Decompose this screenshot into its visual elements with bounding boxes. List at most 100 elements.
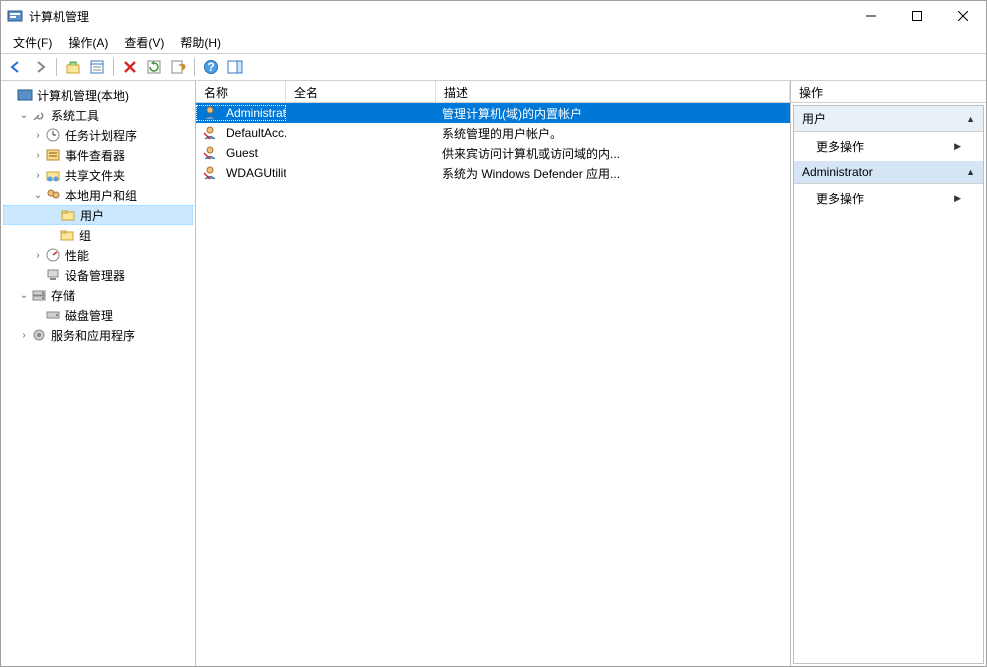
list-body[interactable]: Administrat... 管理计算机(域)的内置帐户 DefaultAcc.… [196, 103, 790, 666]
list-header: 名称 全名 描述 [196, 81, 790, 103]
tree-label: 事件查看器 [65, 147, 125, 164]
menu-file[interactable]: 文件(F) [5, 32, 60, 53]
chevron-right-icon[interactable]: › [31, 150, 45, 161]
nav-back-button[interactable] [5, 56, 27, 78]
tree-performance[interactable]: › 性能 [3, 245, 193, 265]
services-icon [31, 327, 47, 343]
action-more-users[interactable]: 更多操作 ▶ [794, 132, 983, 161]
tree-disk-management[interactable]: 磁盘管理 [3, 305, 193, 325]
tree-shared-folders[interactable]: › 共享文件夹 [3, 165, 193, 185]
computer-management-icon [17, 87, 33, 103]
action-more-administrator[interactable]: 更多操作 ▶ [794, 184, 983, 213]
list-row[interactable]: WDAGUtilit... 系统为 Windows Defender 应用... [196, 163, 790, 183]
chevron-down-icon[interactable]: ⌄ [17, 290, 31, 301]
up-level-button[interactable] [62, 56, 84, 78]
tree-users[interactable]: 用户 [3, 205, 193, 225]
delete-button[interactable] [119, 56, 141, 78]
tree-label: 用户 [80, 207, 104, 224]
tree-device-manager[interactable]: 设备管理器 [3, 265, 193, 285]
chevron-right-icon: ▶ [954, 193, 961, 204]
nav-forward-button[interactable] [29, 56, 51, 78]
menubar: 文件(F) 操作(A) 查看(V) 帮助(H) [1, 31, 986, 53]
tree-label: 系统工具 [51, 107, 99, 124]
help-button[interactable]: ? [200, 56, 222, 78]
toolbar-separator [113, 58, 114, 76]
tree-label: 任务计划程序 [65, 127, 137, 144]
user-description: 供来宾访问计算机或访问域的内... [436, 145, 790, 162]
folder-icon [59, 227, 75, 243]
list-row[interactable]: DefaultAcc... 系统管理的用户帐户。 [196, 123, 790, 143]
maximize-button[interactable] [894, 1, 940, 31]
refresh-button[interactable] [143, 56, 165, 78]
chevron-up-icon: ▲ [966, 114, 975, 124]
list-row[interactable]: Guest 供来宾访问计算机或访问域的内... [196, 143, 790, 163]
chevron-up-icon: ▲ [966, 167, 975, 177]
action-link-label: 更多操作 [816, 190, 864, 207]
tree-panel[interactable]: 计算机管理(本地) ⌄ 系统工具 › 任务计划程序 › 事件查看器 › 共享文件… [1, 81, 196, 666]
user-name: Administrat... [226, 106, 286, 120]
storage-icon [31, 287, 47, 303]
performance-icon [45, 247, 61, 263]
chevron-right-icon[interactable]: › [31, 250, 45, 261]
action-section-users[interactable]: 用户 ▲ [794, 106, 983, 132]
action-section-label: Administrator [802, 165, 873, 179]
actions-panel: 操作 用户 ▲ 更多操作 ▶ Administrator ▲ 更多操作 ▶ [791, 81, 986, 666]
disk-icon [45, 307, 61, 323]
device-manager-icon [45, 267, 61, 283]
chevron-right-icon[interactable]: › [17, 330, 31, 341]
user-description: 系统管理的用户帐户。 [436, 125, 790, 142]
toolbar-separator [194, 58, 195, 76]
close-button[interactable] [940, 1, 986, 31]
action-section-label: 用户 [802, 110, 826, 127]
column-header-fullname[interactable]: 全名 [286, 81, 436, 102]
tree-services-apps[interactable]: › 服务和应用程序 [3, 325, 193, 345]
action-section-administrator[interactable]: Administrator ▲ [794, 161, 983, 184]
chevron-down-icon[interactable]: ⌄ [31, 190, 45, 201]
event-viewer-icon [45, 147, 61, 163]
tree-label: 设备管理器 [65, 267, 125, 284]
toolbar: ? [1, 53, 986, 81]
tree-root[interactable]: 计算机管理(本地) [3, 85, 193, 105]
tree-storage[interactable]: ⌄ 存储 [3, 285, 193, 305]
minimize-button[interactable] [848, 1, 894, 31]
actions-body: 用户 ▲ 更多操作 ▶ Administrator ▲ 更多操作 ▶ [793, 105, 984, 664]
show-hide-action-pane-button[interactable] [224, 56, 246, 78]
app-icon [7, 8, 23, 24]
list-row[interactable]: Administrat... 管理计算机(域)的内置帐户 [196, 103, 790, 123]
user-description: 系统为 Windows Defender 应用... [436, 165, 790, 182]
folder-icon [60, 207, 76, 223]
chevron-right-icon[interactable]: › [31, 170, 45, 181]
properties-button[interactable] [86, 56, 108, 78]
column-header-name[interactable]: 名称 [196, 81, 286, 102]
menu-help[interactable]: 帮助(H) [172, 32, 229, 53]
clock-icon [45, 127, 61, 143]
menu-view[interactable]: 查看(V) [116, 32, 172, 53]
main-content: 计算机管理(本地) ⌄ 系统工具 › 任务计划程序 › 事件查看器 › 共享文件… [1, 81, 986, 666]
window-title: 计算机管理 [29, 8, 848, 25]
user-icon [202, 105, 218, 121]
tree-label: 组 [79, 227, 91, 244]
chevron-right-icon: ▶ [954, 141, 961, 152]
column-header-description[interactable]: 描述 [436, 81, 790, 102]
actions-header: 操作 [791, 81, 986, 103]
titlebar: 计算机管理 [1, 1, 986, 31]
tree-groups[interactable]: 组 [3, 225, 193, 245]
tree-label: 服务和应用程序 [51, 327, 135, 344]
tree-task-scheduler[interactable]: › 任务计划程序 [3, 125, 193, 145]
tree-event-viewer[interactable]: › 事件查看器 [3, 145, 193, 165]
tree-label: 磁盘管理 [65, 307, 113, 324]
users-groups-icon [45, 187, 61, 203]
toolbar-separator [56, 58, 57, 76]
menu-action[interactable]: 操作(A) [60, 32, 116, 53]
user-name: DefaultAcc... [226, 126, 286, 140]
user-description: 管理计算机(域)的内置帐户 [436, 105, 790, 122]
tree-system-tools[interactable]: ⌄ 系统工具 [3, 105, 193, 125]
action-link-label: 更多操作 [816, 138, 864, 155]
chevron-right-icon[interactable]: › [31, 130, 45, 141]
export-button[interactable] [167, 56, 189, 78]
svg-text:?: ? [207, 60, 214, 74]
tree-local-users-groups[interactable]: ⌄ 本地用户和组 [3, 185, 193, 205]
chevron-down-icon[interactable]: ⌄ [17, 110, 31, 121]
user-disabled-icon [202, 125, 218, 141]
user-disabled-icon [202, 145, 218, 161]
